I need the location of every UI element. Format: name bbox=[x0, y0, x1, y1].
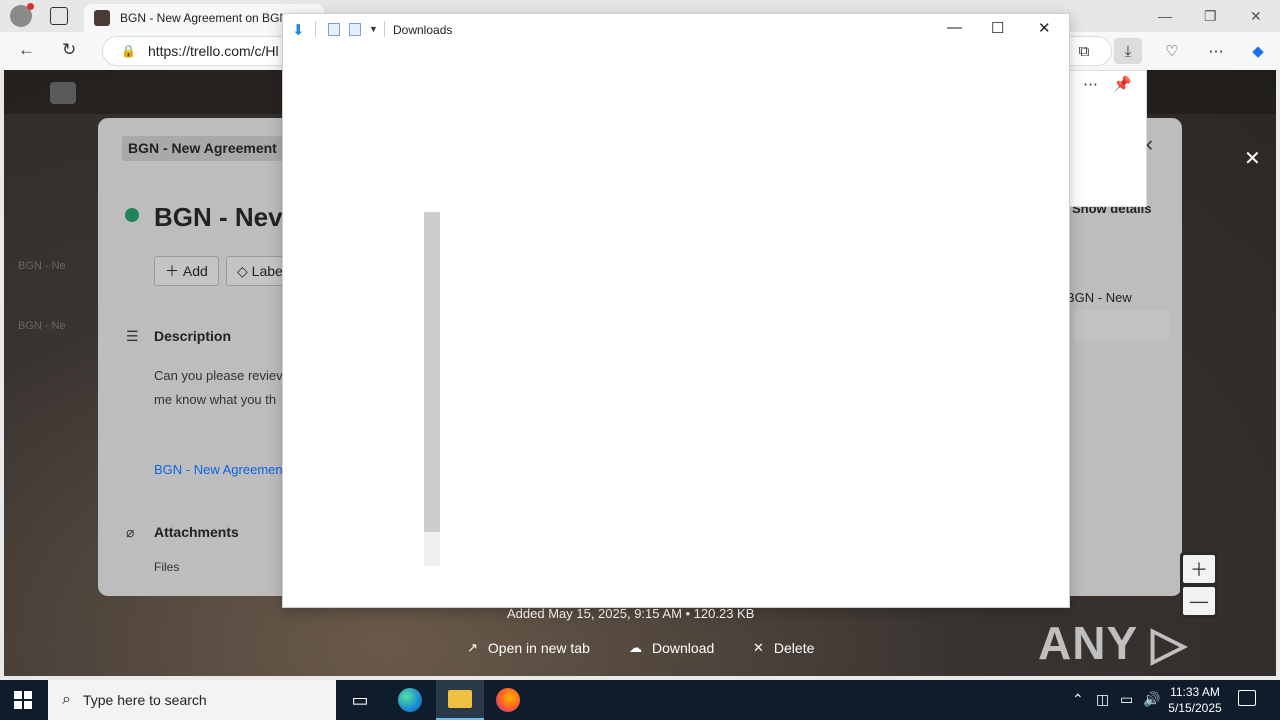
firefox-logo-icon bbox=[496, 688, 520, 712]
clock-time: 11:33 AM bbox=[1170, 685, 1220, 699]
search-placeholder: Type here to search bbox=[82, 692, 207, 708]
flyout-more-icon[interactable]: ⋯ bbox=[1083, 75, 1098, 93]
titlebar-divider-2 bbox=[384, 21, 385, 37]
titlebar-divider bbox=[315, 21, 316, 37]
download-label: Download bbox=[652, 640, 715, 656]
browser-close-icon[interactable]: ✕ bbox=[1250, 8, 1262, 25]
downloads-titlebar: ⬇ ▼ Downloads — ☐ ✕ bbox=[283, 14, 1069, 44]
cloud-download-icon: ☁ bbox=[629, 640, 642, 655]
tab-actions-icon[interactable] bbox=[50, 7, 68, 25]
card-breadcrumb[interactable]: BGN - New Agreement ⌄ bbox=[122, 136, 299, 161]
card-title[interactable]: BGN - Nev bbox=[154, 202, 283, 233]
add-button[interactable]: ＋ Add bbox=[154, 256, 219, 286]
file-explorer-taskbar-icon[interactable] bbox=[436, 680, 484, 720]
edge-logo-icon bbox=[398, 688, 422, 712]
scrollbar-thumb[interactable] bbox=[424, 212, 440, 532]
downloads-flyout: ⋯ 📌 bbox=[1069, 70, 1147, 207]
board-card-title: BGN - Ne bbox=[18, 320, 66, 332]
network-icon[interactable]: ▭ bbox=[1120, 691, 1133, 708]
downloads-title: Downloads bbox=[393, 23, 453, 37]
downloads-window: ⬇ ▼ Downloads — ☐ ✕ bbox=[283, 14, 1069, 607]
browser-restore-icon[interactable]: ❐ bbox=[1204, 8, 1217, 25]
attachments-heading: Attachments bbox=[154, 524, 239, 540]
browser-minimize-icon[interactable]: — bbox=[1158, 8, 1172, 24]
url-text: https://trello.com/c/Hl bbox=[147, 43, 279, 59]
volume-icon[interactable]: 🔊 bbox=[1143, 691, 1160, 708]
description-line-2: me know what you th bbox=[154, 392, 277, 407]
pin-icon[interactable]: 📌 bbox=[1113, 75, 1132, 93]
open-new-tab-label: Open in new tab bbox=[487, 640, 590, 656]
taskbar-search[interactable]: ⌕ Type here to search bbox=[48, 680, 336, 720]
copilot-icon[interactable]: ◆ bbox=[1244, 38, 1272, 64]
more-icon[interactable]: ⋯ bbox=[1202, 38, 1230, 64]
notification-icon[interactable] bbox=[1238, 690, 1256, 706]
downloads-icon[interactable]: ⤓ bbox=[1114, 38, 1142, 64]
attachment-icon: ⌀ bbox=[126, 524, 135, 540]
description-link[interactable]: BGN - New Agreemen bbox=[154, 462, 283, 477]
trello-favicon-icon bbox=[94, 10, 110, 26]
zoom-out-icon[interactable]: — bbox=[1183, 587, 1215, 615]
preview-close-icon[interactable]: ✕ bbox=[1244, 146, 1261, 171]
files-label: Files bbox=[154, 560, 180, 574]
window-maximize-icon[interactable]: ☐ bbox=[991, 19, 1004, 37]
tab-title: BGN - New Agreement on BGN bbox=[120, 11, 289, 25]
delete-icon: ✕ bbox=[753, 640, 764, 655]
properties-icon[interactable] bbox=[328, 23, 340, 36]
open-new-tab-button[interactable]: ↗ Open in new tab bbox=[467, 640, 590, 656]
zoom-controls: ＋ — bbox=[1180, 552, 1218, 618]
delete-button[interactable]: ✕ Delete bbox=[753, 640, 814, 656]
tray-chevron-icon[interactable]: ⌃ bbox=[1072, 691, 1084, 708]
window-close-icon[interactable]: ✕ bbox=[1038, 19, 1051, 37]
firefox-taskbar-icon[interactable] bbox=[484, 680, 532, 720]
download-arrow-icon: ⬇ bbox=[292, 22, 305, 39]
collections-icon[interactable]: ⧉ bbox=[1070, 38, 1098, 64]
board-list-title: BGN - Ne bbox=[18, 260, 66, 272]
refresh-icon[interactable]: ↻ bbox=[62, 40, 76, 60]
description-text[interactable]: Can you please reviev me know what you t… bbox=[154, 364, 283, 412]
description-icon: ☰ bbox=[126, 328, 139, 344]
delete-label: Delete bbox=[773, 640, 815, 656]
edge-taskbar-icon[interactable] bbox=[386, 680, 434, 720]
download-button[interactable]: ☁ Download bbox=[629, 640, 714, 656]
clock-date: 5/15/2025 bbox=[1168, 701, 1222, 715]
quick-access-dropdown-icon[interactable]: ▼ bbox=[369, 24, 378, 34]
download-added-info: Added May 15, 2025, 9:15 AM • 120.23 KB bbox=[507, 606, 755, 621]
task-view-icon[interactable]: ▭ bbox=[336, 680, 384, 720]
complete-check-icon[interactable] bbox=[125, 208, 139, 222]
windows-start-icon[interactable] bbox=[14, 691, 32, 709]
open-new-tab-icon: ↗ bbox=[467, 640, 478, 655]
description-heading: Description bbox=[154, 328, 232, 344]
description-line-1: Can you please reviev bbox=[154, 368, 283, 383]
back-icon[interactable]: ← bbox=[18, 40, 35, 60]
profile-avatar[interactable] bbox=[10, 3, 34, 27]
tray-meeting-icon[interactable]: ◫ bbox=[1096, 691, 1109, 708]
add-label: Add bbox=[182, 263, 208, 279]
taskbar: ⌕ Type here to search ▭ ⌃ ◫ ▭ 🔊 11:33 AM… bbox=[0, 680, 1280, 720]
comment-input[interactable] bbox=[1073, 310, 1170, 340]
browser-essentials-icon[interactable]: ♡ bbox=[1158, 38, 1186, 64]
taskbar-clock[interactable]: 11:33 AM 5/15/2025 bbox=[1160, 684, 1230, 716]
new-folder-icon[interactable] bbox=[349, 23, 361, 36]
search-icon: ⌕ bbox=[62, 691, 71, 708]
folder-icon bbox=[448, 690, 472, 708]
activity-card-link[interactable]: BGN - New bbox=[1066, 290, 1132, 305]
zoom-in-icon[interactable]: ＋ bbox=[1183, 555, 1215, 583]
window-minimize-icon[interactable]: — bbox=[947, 19, 962, 36]
trello-logo-icon[interactable] bbox=[50, 82, 76, 104]
lock-icon: 🔒 bbox=[121, 44, 136, 58]
labels-label: Labe bbox=[251, 263, 283, 279]
